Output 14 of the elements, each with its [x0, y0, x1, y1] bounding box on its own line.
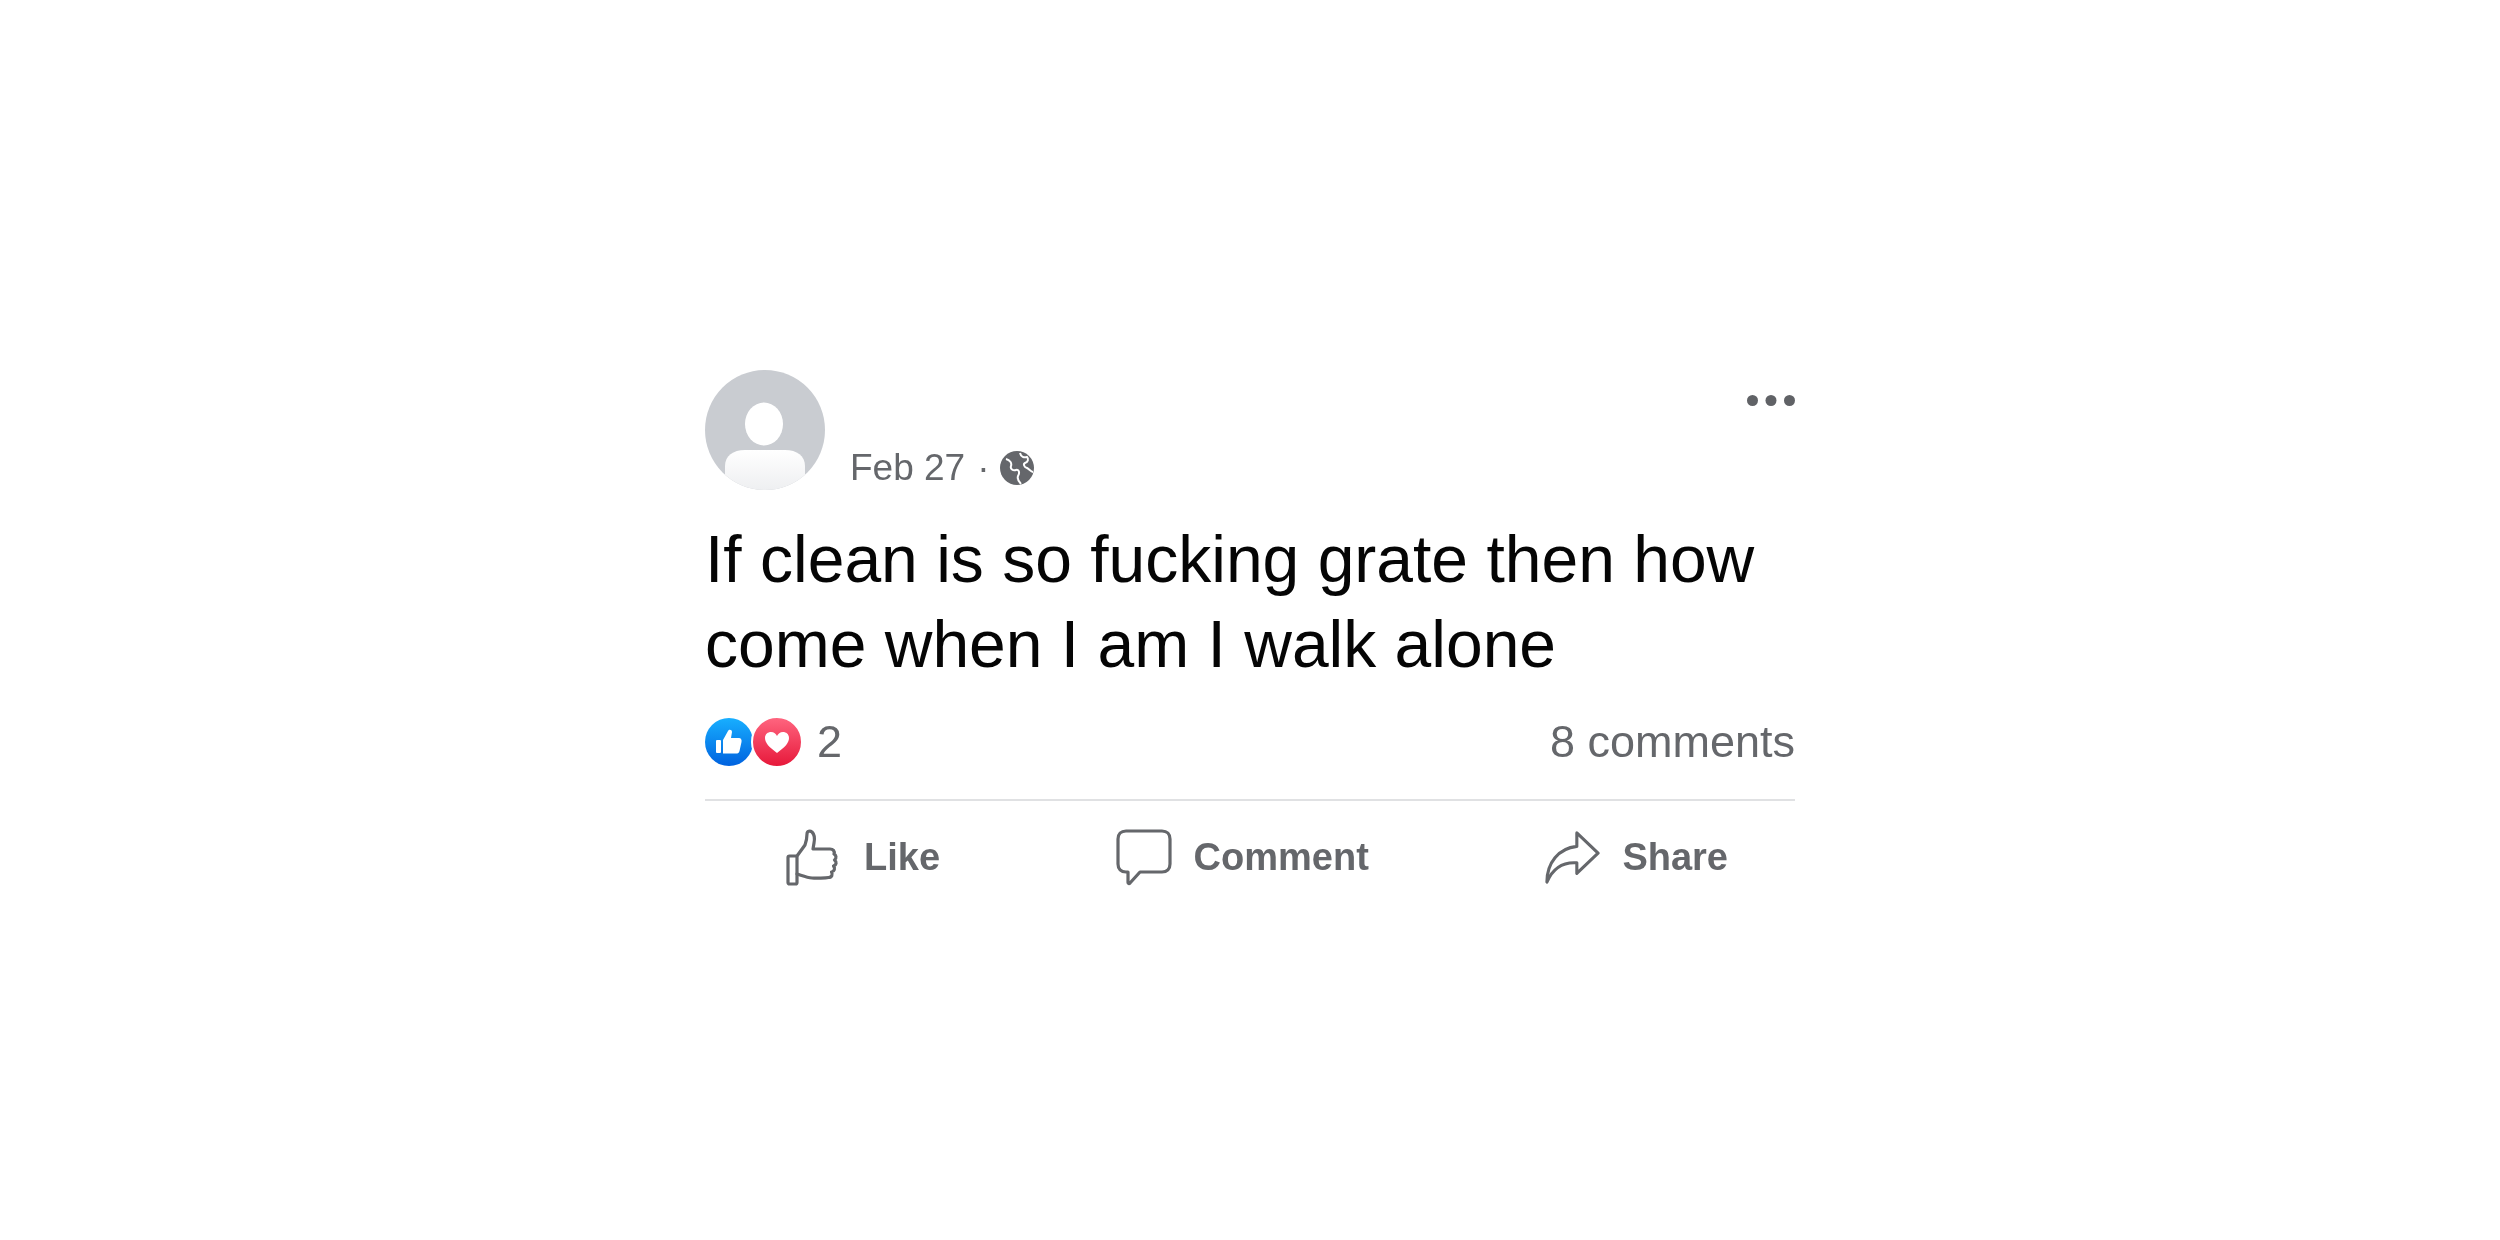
comment-button[interactable]: Comment [1115, 829, 1369, 886]
post-text: If clean is so fucking grate then how come when I am I walk alone [705, 521, 1756, 683]
date-separator: · [977, 446, 990, 490]
like-reaction-icon[interactable] [705, 718, 753, 766]
post-date[interactable]: Feb 27 [850, 446, 966, 490]
more-options-icon[interactable] [1747, 395, 1795, 406]
share-arrow-icon [1544, 829, 1601, 886]
heart-reaction-icon[interactable] [751, 716, 803, 768]
share-button[interactable]: Share [1544, 829, 1728, 886]
comment-count[interactable]: 8 comments [1549, 716, 1795, 768]
speech-bubble-icon [1115, 829, 1172, 886]
like-button[interactable]: Like [786, 829, 941, 886]
globe-icon [999, 451, 1034, 485]
reaction-count[interactable]: 2 [817, 716, 843, 768]
